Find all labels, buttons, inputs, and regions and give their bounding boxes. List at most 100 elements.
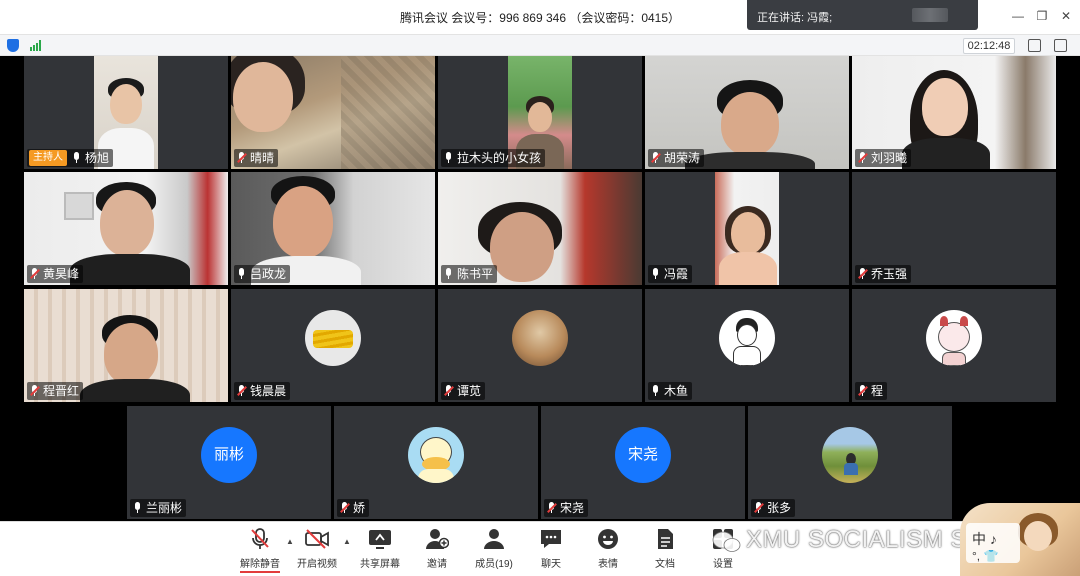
close-icon[interactable]: ✕ xyxy=(1059,9,1073,23)
participant-tile[interactable]: 宋尧 宋尧 xyxy=(541,406,745,519)
decorative-corner-image: 中 ♪ °, 👕 xyxy=(960,503,1080,576)
name-label: 娇 xyxy=(337,499,370,517)
emoji-icon xyxy=(596,528,620,550)
participant-tile[interactable]: 钱晨晨 xyxy=(231,289,435,402)
audio-wave-icon xyxy=(912,8,948,22)
share-screen-button[interactable]: 共享屏幕 xyxy=(354,528,406,570)
meeting-toolbar: 解除静音 ▲ 开启视频 ▲ 共享屏幕 邀请 成员(19) 聊天 表情 文档 设置… xyxy=(0,521,1080,576)
name-label: 冯霞 xyxy=(648,265,693,283)
camera-off-icon xyxy=(305,528,329,550)
name-label: 刘羽曦 xyxy=(855,149,912,167)
restore-icon[interactable]: ❐ xyxy=(1035,9,1049,23)
participant-avatar: 宋尧 xyxy=(615,427,671,483)
mic-icon xyxy=(132,501,144,515)
participant-tile[interactable]: 陈书平 xyxy=(438,172,642,285)
speaking-indicator: 正在讲话: 冯霞; xyxy=(747,0,978,30)
participant-avatar: 丽彬 xyxy=(201,427,257,483)
name-label: 程 xyxy=(855,382,888,400)
participant-tile[interactable]: 黄昊峰 xyxy=(24,172,228,285)
name-label: 陈书平 xyxy=(441,265,498,283)
security-shield-icon[interactable] xyxy=(7,39,19,52)
mic-muted-icon xyxy=(236,384,248,398)
reactions-button[interactable]: 表情 xyxy=(582,528,634,570)
name-label: 张多 xyxy=(751,499,796,517)
mic-icon xyxy=(71,151,83,165)
mic-muted-icon xyxy=(857,384,869,398)
name-label: 乔玉强 xyxy=(855,265,912,283)
participant-tile[interactable]: 木鱼 xyxy=(645,289,849,402)
mic-off-icon xyxy=(248,528,272,550)
unmute-button[interactable]: 解除静音 xyxy=(234,528,286,573)
document-icon xyxy=(653,528,677,550)
add-user-icon xyxy=(425,528,450,550)
invite-button[interactable]: 邀请 xyxy=(411,528,463,570)
chat-button[interactable]: 聊天 xyxy=(525,528,577,570)
mic-muted-icon xyxy=(857,267,869,281)
start-video-button[interactable]: 开启视频 xyxy=(291,528,343,570)
participant-avatar xyxy=(305,310,361,366)
name-label: 吕政龙 xyxy=(234,265,291,283)
participant-tile[interactable]: 丽彬 兰丽彬 xyxy=(127,406,331,519)
speaking-text: 正在讲话: 冯霞; xyxy=(757,12,833,24)
name-label: 钱晨晨 xyxy=(234,382,291,400)
mic-muted-icon xyxy=(339,501,351,515)
mic-muted-icon xyxy=(29,267,41,281)
members-button[interactable]: 成员(19) xyxy=(468,528,520,570)
wechat-logo-icon xyxy=(712,531,741,552)
name-label: 胡荣涛 xyxy=(648,149,705,167)
network-signal-icon[interactable] xyxy=(30,40,42,51)
name-label: 拉木头的小女孩 xyxy=(441,149,546,167)
mic-icon xyxy=(443,267,455,281)
name-label: 黄昊峰 xyxy=(27,265,84,283)
members-icon xyxy=(482,528,506,550)
mic-icon xyxy=(650,267,662,281)
layout-icon[interactable] xyxy=(1028,39,1041,52)
participant-tile[interactable]: 程晋红 xyxy=(24,289,228,402)
participant-tile[interactable]: 吕政龙 xyxy=(231,172,435,285)
name-label: 宋尧 xyxy=(544,499,589,517)
participant-tile[interactable]: 晴晴 xyxy=(231,56,435,169)
participant-avatar xyxy=(822,427,878,483)
name-label: 主持人 杨旭 xyxy=(27,149,114,167)
participant-tile[interactable]: 娇 xyxy=(334,406,538,519)
participant-tile[interactable]: 胡荣涛 xyxy=(645,56,849,169)
mic-muted-icon xyxy=(29,384,41,398)
participant-avatar xyxy=(512,310,568,366)
share-screen-icon xyxy=(368,528,392,550)
name-label: 晴晴 xyxy=(234,149,279,167)
mic-icon xyxy=(443,151,455,165)
meeting-timer: 02:12:48 xyxy=(963,38,1015,54)
mic-muted-icon xyxy=(546,501,558,515)
name-label: 木鱼 xyxy=(648,382,693,400)
documents-button[interactable]: 文档 xyxy=(639,528,691,570)
mic-muted-icon xyxy=(857,151,869,165)
participant-tile[interactable]: 乔玉强 xyxy=(852,172,1056,285)
name-label: 兰丽彬 xyxy=(130,499,187,517)
participant-avatar xyxy=(719,310,775,366)
participant-tile[interactable]: 谭苋 xyxy=(438,289,642,402)
participant-tile[interactable]: 程 xyxy=(852,289,1056,402)
host-badge: 主持人 xyxy=(29,150,67,166)
mic-icon xyxy=(650,384,662,398)
video-feed xyxy=(715,172,779,285)
fullscreen-icon[interactable] xyxy=(1054,39,1067,52)
video-grid: 主持人 杨旭 晴晴 拉木头的小女孩 胡荣涛 刘羽曦 黄昊峰 吕政龙 陈书平 冯霞… xyxy=(0,56,1080,521)
mic-muted-icon xyxy=(650,151,662,165)
participant-avatar xyxy=(408,427,464,483)
mic-muted-icon xyxy=(753,501,765,515)
participant-tile[interactable]: 张多 xyxy=(748,406,952,519)
title-bar: 腾讯会议 会议号：996 869 346 （会议密码：0415） 正在讲话: 冯… xyxy=(0,0,1080,34)
mic-muted-icon xyxy=(236,151,248,165)
participant-tile[interactable]: 刘羽曦 xyxy=(852,56,1056,169)
video-options-caret-icon[interactable]: ▲ xyxy=(343,537,351,546)
minimize-icon[interactable]: — xyxy=(1011,9,1025,23)
participant-tile[interactable]: 拉木头的小女孩 xyxy=(438,56,642,169)
participant-tile[interactable]: 冯霞 xyxy=(645,172,849,285)
chat-icon xyxy=(539,528,563,550)
name-label: 谭苋 xyxy=(441,382,486,400)
mic-muted-icon xyxy=(443,384,455,398)
participant-tile[interactable]: 主持人 杨旭 xyxy=(24,56,228,169)
participant-avatar xyxy=(926,310,982,366)
name-label: 程晋红 xyxy=(27,382,84,400)
mic-icon xyxy=(236,267,248,281)
